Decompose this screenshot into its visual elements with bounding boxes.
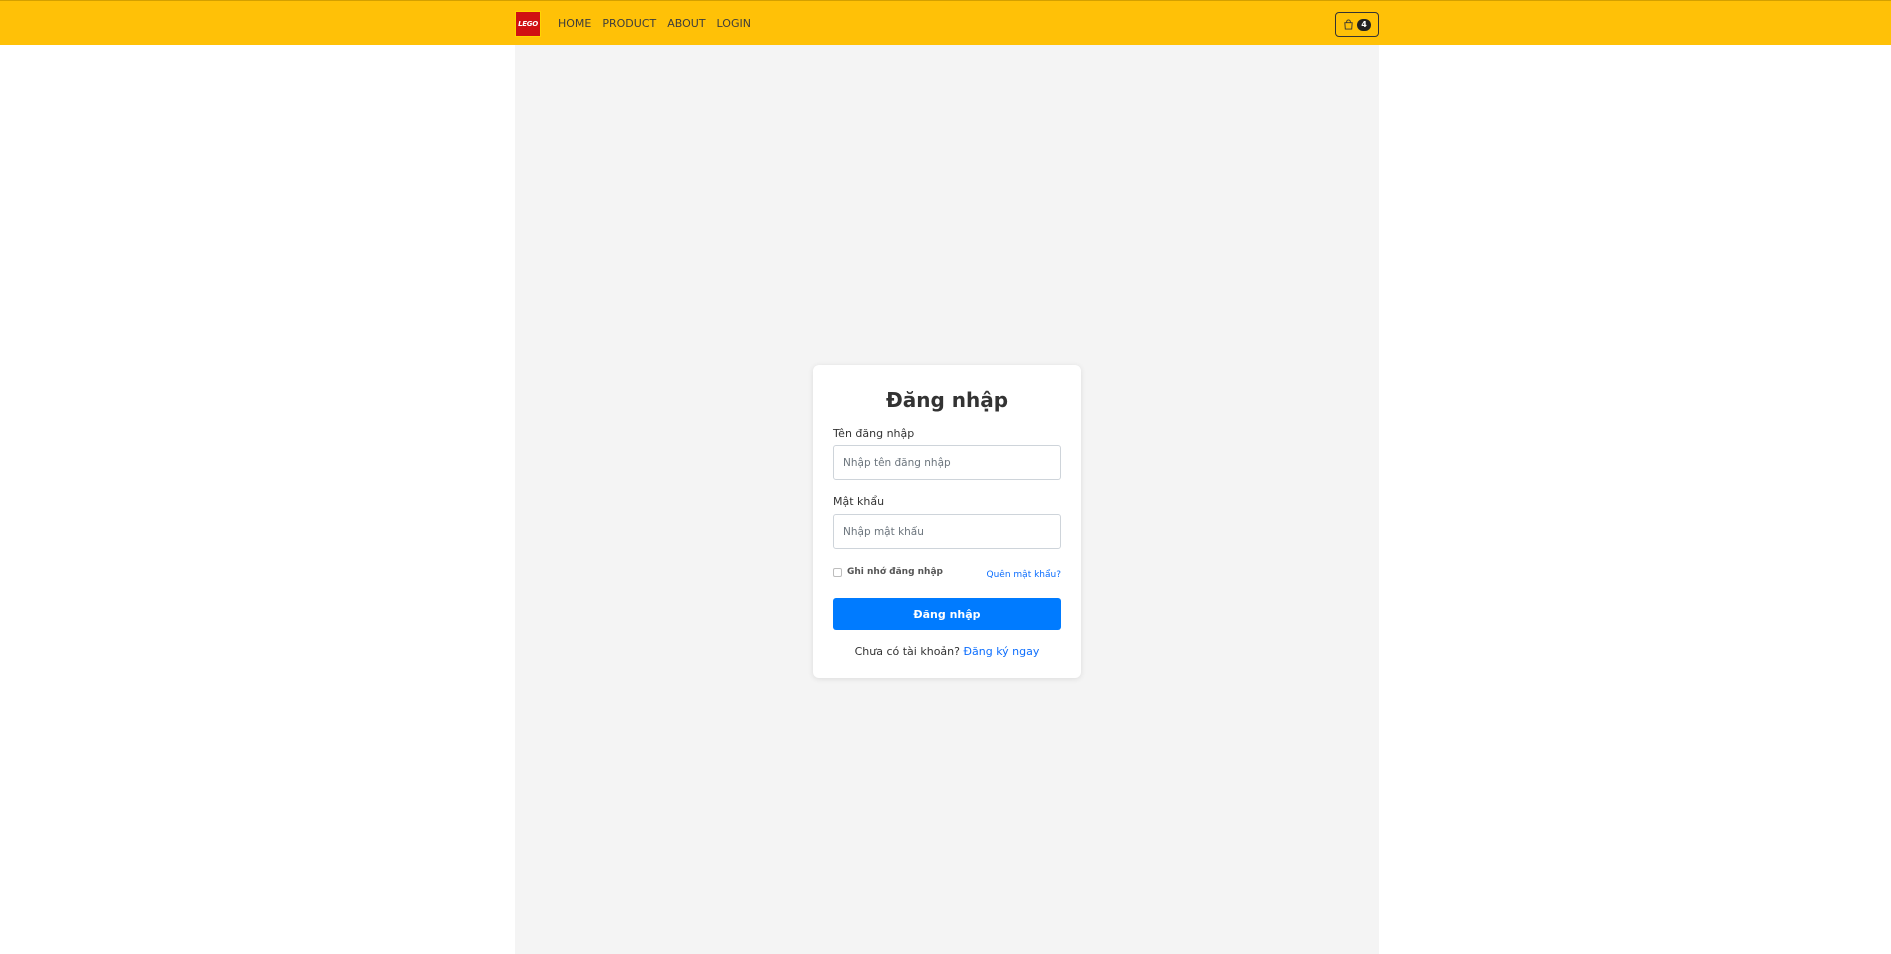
nav-link-product[interactable]: PRODUCT	[602, 17, 656, 30]
remember-label: Ghi nhớ đăng nhập	[847, 567, 943, 577]
password-label: Mật khẩu	[833, 495, 885, 508]
password-input[interactable]	[833, 514, 1061, 549]
forgot-password-link[interactable]: Quên mật khẩu?	[987, 570, 1061, 580]
nav-link-login[interactable]: LOGIN	[717, 17, 751, 30]
remember-checkbox[interactable]	[833, 567, 842, 577]
nav-links: HOME PRODUCT ABOUT LOGIN	[558, 1, 751, 46]
login-title: Đăng nhập	[885, 388, 1009, 412]
login-card: Đăng nhập Tên đăng nhập Mật khẩu Ghi nhớ…	[813, 365, 1081, 678]
nav-link-home[interactable]: HOME	[558, 17, 591, 30]
username-input[interactable]	[833, 445, 1061, 480]
top-navbar: LEGO HOME PRODUCT ABOUT LOGIN 4	[0, 0, 1891, 45]
signup-link[interactable]: Đăng ký ngay	[963, 645, 1039, 658]
logo-text: LEGO	[518, 20, 538, 28]
nav-link-about[interactable]: ABOUT	[667, 17, 705, 30]
username-label: Tên đăng nhập	[833, 427, 915, 440]
login-button[interactable]: Đăng nhập	[833, 598, 1061, 630]
main-content: Đăng nhập Tên đăng nhập Mật khẩu Ghi nhớ…	[515, 45, 1379, 954]
cart-button[interactable]: 4	[1335, 12, 1379, 37]
signup-prompt: Chưa có tài khoản? Đăng ký ngay	[813, 645, 1081, 658]
shopping-bag-icon	[1344, 19, 1353, 30]
cart-count-badge: 4	[1357, 18, 1371, 31]
remember-me: Ghi nhớ đăng nhập	[833, 567, 943, 577]
lego-logo[interactable]: LEGO	[515, 11, 541, 37]
no-account-text: Chưa có tài khoản?	[854, 645, 964, 658]
navbar-container: LEGO HOME PRODUCT ABOUT LOGIN 4	[515, 1, 1379, 46]
